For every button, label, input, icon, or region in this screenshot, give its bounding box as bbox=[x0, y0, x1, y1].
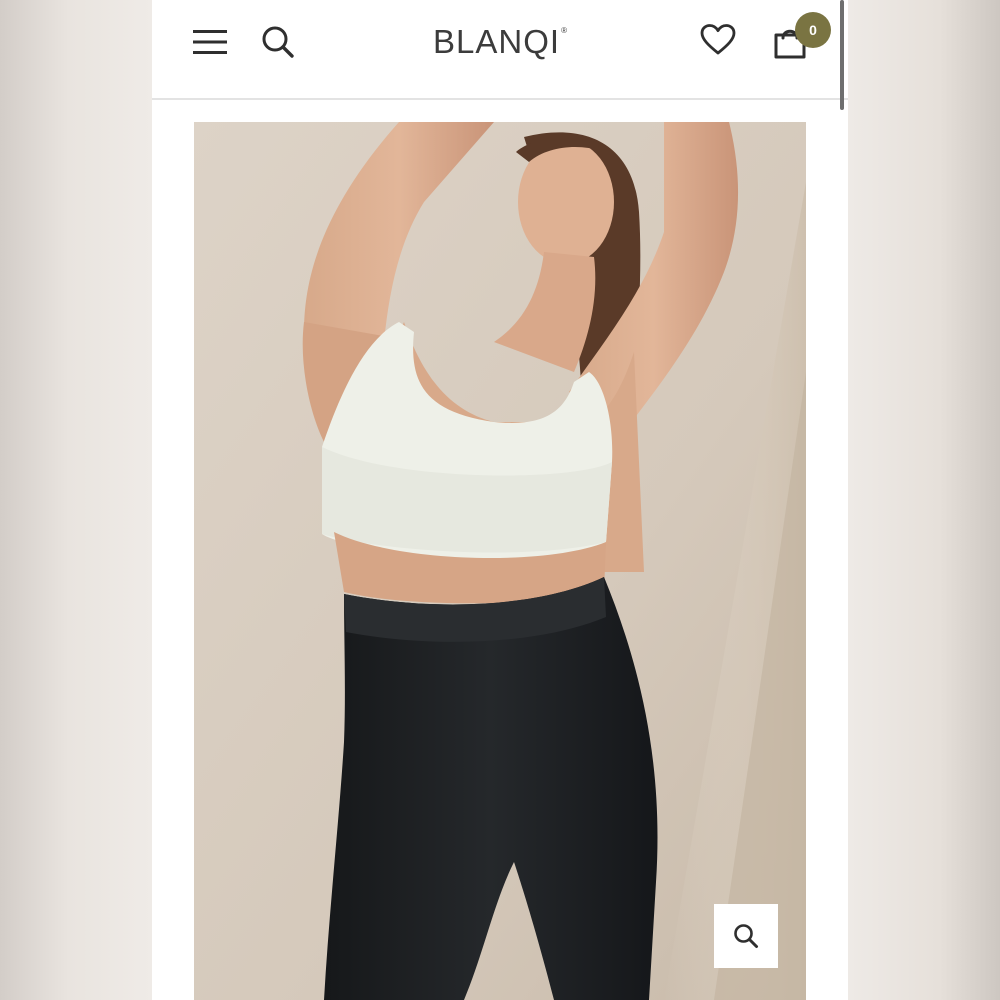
cart-count-badge: 0 bbox=[795, 12, 831, 48]
menu-button[interactable] bbox=[190, 22, 230, 62]
site-header: BLANQI ® 0 bbox=[152, 0, 848, 100]
background-blur-right bbox=[848, 0, 1000, 1000]
mobile-page: BLANQI ® 0 bbox=[152, 0, 848, 1000]
background-blur-left bbox=[0, 0, 152, 1000]
zoom-button[interactable] bbox=[714, 904, 778, 968]
brand-name: BLANQI bbox=[433, 23, 561, 60]
product-image[interactable] bbox=[194, 122, 806, 1000]
brand-logo[interactable]: BLANQI ® bbox=[400, 20, 600, 64]
search-icon bbox=[262, 26, 294, 58]
hamburger-menu-icon bbox=[193, 30, 227, 54]
product-photo bbox=[194, 122, 806, 1000]
heart-icon bbox=[700, 24, 736, 55]
wishlist-button[interactable] bbox=[696, 18, 740, 62]
magnifier-zoom-icon bbox=[734, 924, 758, 948]
scrollbar[interactable] bbox=[840, 0, 844, 110]
search-button[interactable] bbox=[258, 22, 298, 62]
brand-registered-mark: ® bbox=[561, 26, 567, 35]
